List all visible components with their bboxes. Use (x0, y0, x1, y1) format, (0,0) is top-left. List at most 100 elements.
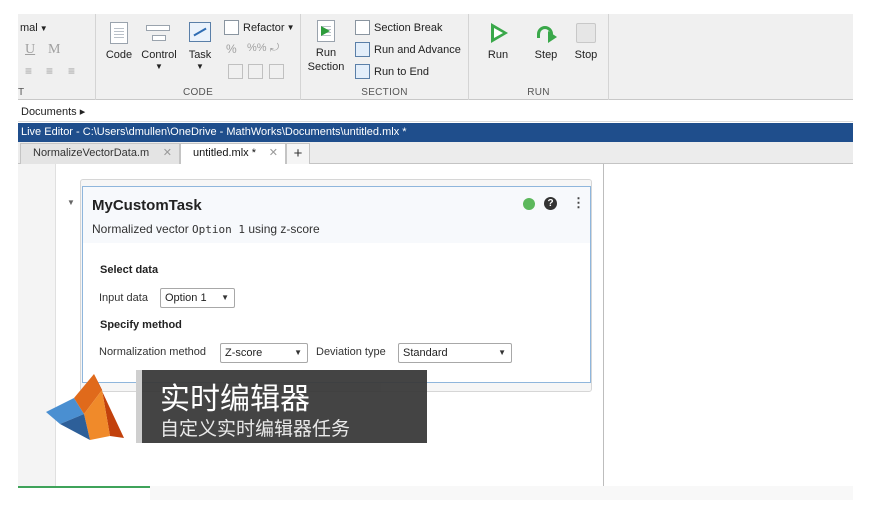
input-data-dropdown[interactable]: Option 1 ▼ (160, 288, 235, 308)
section-break-button[interactable]: Section Break (355, 20, 442, 35)
run-and-advance-button[interactable]: Run and Advance (355, 42, 461, 57)
code-section-label: CODE (182, 87, 214, 98)
run-section-label-2: Section (307, 61, 345, 73)
wrap-icon: ⤾ (270, 42, 280, 54)
video-caption: 实时编辑器 自定义实时编辑器任务 (142, 370, 427, 443)
style-dropdown-label: mal (20, 22, 38, 34)
chevron-down-icon: ▼ (221, 293, 229, 302)
section-break-icon (355, 20, 370, 35)
decrease-indent-button[interactable] (248, 64, 267, 79)
tab-label: untitled.mlx * (193, 147, 256, 159)
window-title-bar: Live Editor - C:\Users\dmullen\OneDrive … (18, 123, 853, 142)
deviation-type-dropdown[interactable]: Standard ▼ (398, 343, 512, 363)
bottom-strip (150, 486, 853, 500)
run-section-label: RUN (527, 87, 550, 98)
comment-button[interactable]: % (226, 42, 237, 56)
task-summary-code: Option 1 (192, 223, 246, 236)
run-to-end-button[interactable]: Run to End (355, 64, 429, 79)
deviation-type-label: Deviation type (316, 346, 386, 358)
run-section-button[interactable]: Run Section (305, 20, 347, 74)
section-section: Run Section Section Break Run and Advanc… (301, 14, 469, 100)
code-button[interactable]: Code (102, 22, 136, 62)
collapse-arrow-icon[interactable]: ▼ (67, 198, 75, 207)
control-button[interactable]: Control ▼ (138, 22, 180, 72)
chevron-down-icon: ▼ (39, 23, 48, 33)
tab-normalize-vector-data[interactable]: NormalizeVectorData.m ✕ (20, 143, 180, 164)
run-section-label-1: Run (315, 47, 337, 59)
run-button[interactable]: Run (481, 22, 515, 62)
normalization-method-value: Z-score (225, 347, 263, 359)
run-to-end-icon (355, 64, 370, 79)
tab-label: NormalizeVectorData.m (33, 147, 150, 159)
refactor-label: Refactor (243, 21, 285, 34)
task-header: MyCustomTask Normalized vector Option 1 … (83, 187, 590, 243)
indent-button[interactable] (228, 64, 247, 79)
matlab-logo-icon (46, 374, 124, 440)
control-icon (146, 22, 172, 44)
run-section: Run Step Stop RUN (469, 14, 609, 100)
chevron-down-icon: ▼ (196, 62, 204, 71)
window-title: Live Editor - C:\Users\dmullen\OneDrive … (21, 126, 407, 138)
uncomment-button[interactable]: %% (247, 42, 267, 54)
step-button-label: Step (534, 49, 558, 61)
more-options-icon[interactable]: ⋮ (572, 195, 585, 211)
breadcrumb-text[interactable]: Documents ▸ (21, 106, 85, 118)
section-section-label: SECTION (361, 87, 408, 98)
text-section-label: T (18, 87, 25, 98)
deviation-type-value: Standard (403, 347, 448, 359)
progress-line (18, 486, 150, 488)
input-data-label: Input data (99, 292, 148, 304)
caption-title: 实时编辑器 (160, 382, 310, 417)
code-section: Code Control ▼ Task ▼ Refactor ▼ % %% ⤾ … (96, 14, 301, 100)
align-center-icon[interactable]: ≡ (46, 64, 53, 78)
text-section: mal ▼ U M ≡ ≡ ≡ T (18, 14, 96, 100)
normalization-method-label: Normalization method (99, 346, 206, 358)
code-button-label: Code (105, 49, 133, 61)
breadcrumb[interactable]: Documents ▸ (18, 103, 853, 122)
indent-icon (228, 64, 243, 79)
task-title: MyCustomTask (92, 197, 202, 214)
specify-method-heading: Specify method (100, 319, 182, 331)
run-icon (487, 22, 509, 44)
chevron-down-icon: ▼ (294, 348, 302, 357)
stop-icon (575, 22, 597, 44)
increase-indent-icon (269, 64, 284, 79)
status-indicator-icon (523, 198, 535, 210)
underline-button[interactable]: U (25, 42, 35, 58)
run-to-end-label: Run to End (374, 65, 430, 78)
style-dropdown[interactable]: mal ▼ (20, 22, 48, 34)
refactor-button[interactable]: Refactor ▼ (224, 20, 295, 35)
align-right-icon[interactable]: ≡ (68, 64, 75, 78)
tab-untitled[interactable]: untitled.mlx * ✕ (180, 143, 286, 164)
underline-label: U (25, 42, 36, 57)
stop-button[interactable]: Stop (569, 22, 603, 62)
task-button-label: Task (188, 49, 212, 61)
step-button[interactable]: Step (529, 22, 563, 62)
run-and-advance-icon (355, 42, 370, 57)
chevron-down-icon: ▼ (286, 23, 295, 32)
task-summary: Normalized vector Option 1 using z-score (92, 222, 320, 236)
normalization-method-dropdown[interactable]: Z-score ▼ (220, 343, 308, 363)
run-button-label: Run (487, 49, 509, 61)
help-icon[interactable]: ? (544, 197, 557, 210)
custom-task-panel: MyCustomTask Normalized vector Option 1 … (82, 186, 591, 383)
align-left-icon[interactable]: ≡ (25, 64, 32, 78)
tab-bar: NormalizeVectorData.m ✕ untitled.mlx * ✕… (18, 142, 853, 164)
refactor-icon (224, 20, 239, 35)
code-icon (108, 22, 130, 44)
monospace-label: M (48, 42, 61, 57)
task-summary-prefix: Normalized vector (92, 222, 193, 236)
select-data-heading: Select data (100, 264, 159, 276)
monospace-button[interactable]: M (48, 42, 60, 58)
add-tab-button[interactable]: + (286, 143, 310, 164)
task-icon (189, 22, 211, 44)
wrap-comments-button[interactable]: ⤾ (270, 42, 279, 55)
caption-subtitle: 自定义实时编辑器任务 (160, 418, 351, 440)
task-button[interactable]: Task ▼ (184, 22, 216, 72)
run-and-advance-label: Run and Advance (374, 43, 461, 56)
task-summary-suffix: using z-score (245, 222, 320, 236)
close-icon[interactable]: ✕ (163, 144, 172, 163)
step-icon (535, 22, 557, 44)
increase-indent-button[interactable] (269, 64, 288, 79)
close-icon[interactable]: ✕ (269, 144, 278, 163)
